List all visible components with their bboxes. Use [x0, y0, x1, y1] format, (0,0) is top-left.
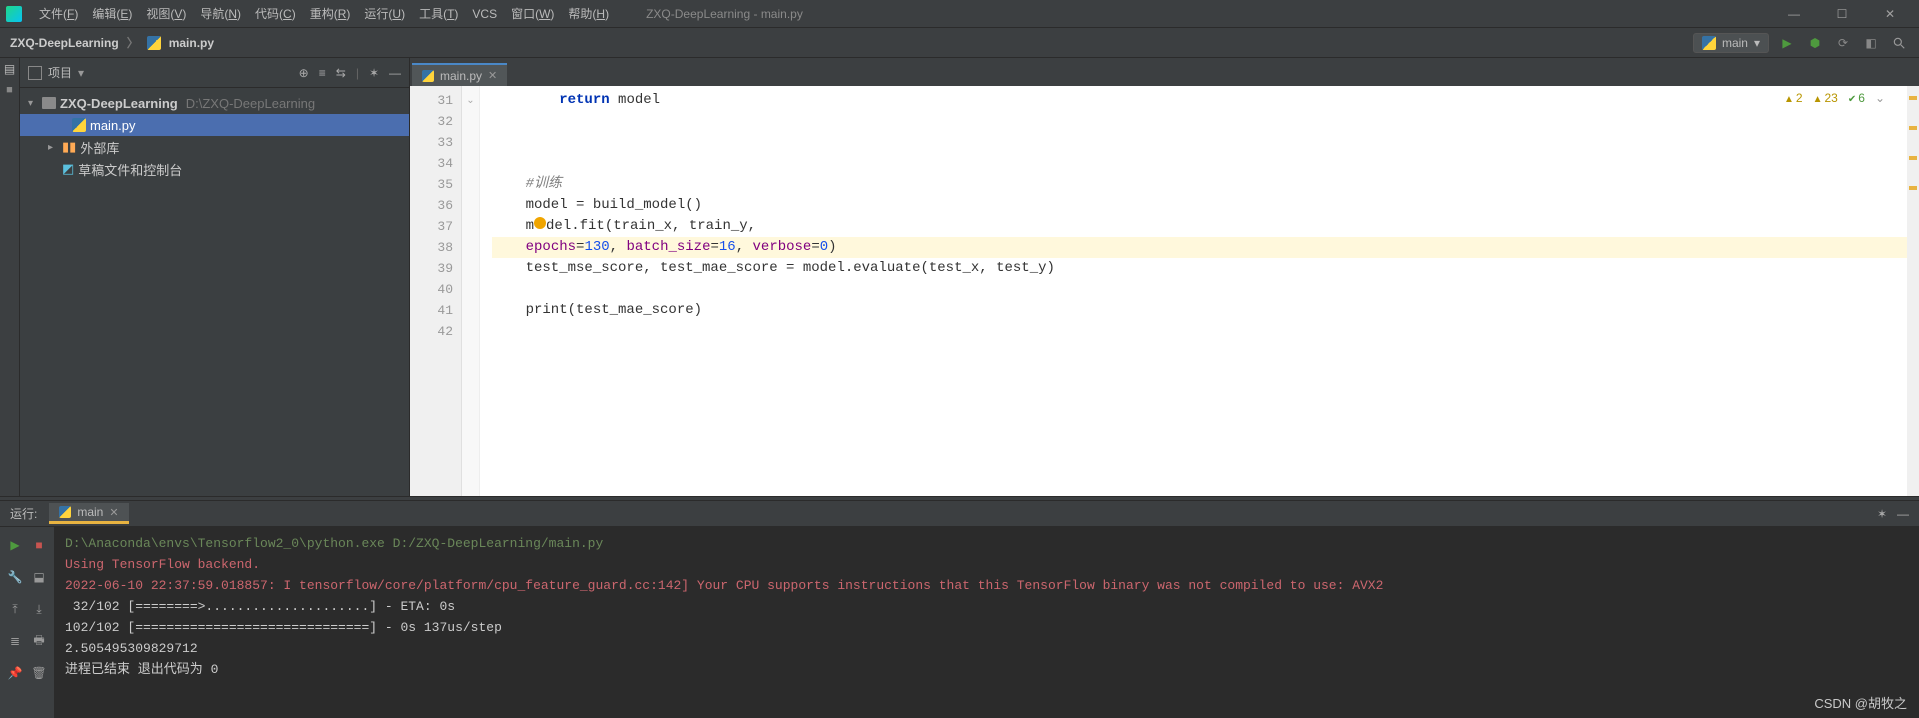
chevron-icon[interactable]: ⌄ [1875, 91, 1885, 105]
run-config-name: main [1722, 36, 1748, 50]
project-view-icon [28, 66, 42, 80]
search-icon [1892, 36, 1906, 50]
down-icon[interactable]: ⤓ [29, 599, 49, 619]
tree-scratches[interactable]: ◩ 草稿文件和控制台 [20, 158, 409, 180]
editor-tabs: main.py ✕ [410, 58, 1919, 86]
print-icon[interactable]: 🖶 [29, 631, 49, 651]
tree-file-main[interactable]: main.py [20, 114, 409, 136]
close-tab-icon[interactable]: ✕ [109, 506, 118, 519]
pin-icon[interactable]: 📌 [5, 663, 25, 683]
fold-gutter: ⌄ [462, 86, 480, 496]
console-toolbar: ▶ ■ 🔧 ⬓ ⤒ ⤓ ≣ 🖶 📌 🗑 [0, 527, 55, 718]
menu-item[interactable]: 运行(U) [357, 7, 412, 21]
window-title: ZXQ-DeepLearning - main.py [646, 7, 1779, 21]
menu-item[interactable]: 工具(T) [412, 7, 465, 21]
rerun-button[interactable]: ▶ [5, 535, 25, 555]
main-menu: 文件(F)编辑(E)视图(V)导航(N)代码(C)重构(R)运行(U)工具(T)… [32, 5, 616, 22]
tree-root[interactable]: ▾ ZXQ-DeepLearning D:\ZXQ-DeepLearning [20, 92, 409, 114]
structure-tab-icon[interactable]: ■ [6, 84, 13, 96]
trash-icon[interactable]: 🗑 [29, 663, 49, 683]
locate-icon[interactable]: ⊕ [299, 66, 309, 80]
profile-button[interactable]: ◧ [1861, 33, 1881, 53]
chevron-down-icon: ▾ [1754, 36, 1760, 50]
soft-wrap-icon[interactable]: ≣ [5, 631, 25, 651]
project-title[interactable]: 项目 [48, 64, 72, 81]
coverage-button[interactable]: ⟳ [1833, 33, 1853, 53]
menu-item[interactable]: 编辑(E) [85, 7, 139, 21]
python-file-icon [147, 36, 161, 50]
menu-item[interactable]: 视图(V) [139, 7, 193, 21]
project-tab-icon[interactable]: ▤ [4, 62, 15, 76]
breadcrumb-sep: 〉 [127, 34, 139, 51]
python-file-icon [1702, 36, 1716, 50]
code-content[interactable]: return model #训练 model = build_model() m… [480, 86, 1907, 496]
main-area: ▤ ■ 项目 ▾ ⊕ ≡ ⇆ | ✶ — ▾ ZXQ-DeepLearning [0, 58, 1919, 496]
menu-item[interactable]: 导航(N) [193, 7, 248, 21]
search-everywhere-button[interactable] [1889, 33, 1909, 53]
left-tool-strip: ▤ ■ [0, 58, 20, 496]
scratch-icon: ◩ [62, 161, 74, 177]
run-tool-window: 运行: main ✕ ✶ — ▶ ■ 🔧 ⬓ ⤒ ⤓ ≣ [0, 501, 1919, 718]
editor-area: main.py ✕ 313233343536373839404142 ⌄ ret… [410, 58, 1919, 496]
minimize-button[interactable]: — [1779, 7, 1809, 21]
app-icon [6, 6, 22, 22]
settings-icon[interactable]: ✶ [369, 66, 379, 80]
stop-button[interactable]: ■ [29, 535, 49, 555]
python-file-icon [59, 506, 71, 518]
title-bar: 文件(F)编辑(E)视图(V)导航(N)代码(C)重构(R)运行(U)工具(T)… [0, 0, 1919, 28]
hide-icon[interactable]: — [389, 66, 401, 80]
nav-bar: ZXQ-DeepLearning 〉 main.py main ▾ ▶ ⬢ ⟳ … [0, 28, 1919, 58]
folder-icon [42, 97, 56, 109]
library-icon: ▮▮ [62, 139, 76, 155]
project-tree[interactable]: ▾ ZXQ-DeepLearning D:\ZXQ-DeepLearning m… [20, 88, 409, 496]
close-tab-icon[interactable]: ✕ [488, 69, 497, 82]
hide-icon[interactable]: — [1897, 507, 1909, 521]
run-config-selector[interactable]: main ▾ [1693, 33, 1769, 53]
up-icon[interactable]: ⤒ [5, 599, 25, 619]
breadcrumb-project[interactable]: ZXQ-DeepLearning [10, 36, 119, 50]
console-output[interactable]: D:\Anaconda\envs\Tensorflow2_0\python.ex… [55, 527, 1919, 718]
breadcrumb-file[interactable]: main.py [169, 36, 214, 50]
close-button[interactable]: ✕ [1875, 7, 1905, 21]
menu-item[interactable]: 代码(C) [248, 7, 303, 21]
console-header: 运行: main ✕ ✶ — [0, 501, 1919, 527]
editor-body[interactable]: 313233343536373839404142 ⌄ return model … [410, 86, 1919, 496]
collapse-all-icon[interactable]: ⇆ [336, 66, 346, 80]
python-file-icon [422, 70, 434, 82]
expand-all-icon[interactable]: ≡ [319, 66, 326, 80]
inspection-widget[interactable]: 2 23 6 ⌄ [1780, 90, 1889, 106]
tree-external-libs[interactable]: ▸ ▮▮ 外部库 [20, 136, 409, 158]
layout-icon[interactable]: ⬓ [29, 567, 49, 587]
error-stripe[interactable] [1907, 86, 1919, 496]
chevron-down-icon[interactable]: ▾ [78, 66, 84, 80]
breadcrumb: ZXQ-DeepLearning 〉 main.py [10, 34, 214, 51]
debug-button[interactable]: ⬢ [1805, 33, 1825, 53]
line-number-gutter: 313233343536373839404142 [410, 86, 462, 496]
window-controls: — ☐ ✕ [1779, 7, 1913, 21]
warning-icon[interactable]: 2 [1784, 91, 1803, 105]
project-header: 项目 ▾ ⊕ ≡ ⇆ | ✶ — [20, 58, 409, 88]
project-tool-window: 项目 ▾ ⊕ ≡ ⇆ | ✶ — ▾ ZXQ-DeepLearning D:\Z… [20, 58, 410, 496]
python-file-icon [72, 118, 86, 132]
menu-item[interactable]: 窗口(W) [504, 7, 561, 21]
menu-item[interactable]: 文件(F) [32, 7, 85, 21]
menu-item[interactable]: 重构(R) [303, 7, 358, 21]
chevron-down-icon[interactable]: ▾ [28, 98, 38, 109]
maximize-button[interactable]: ☐ [1827, 7, 1857, 21]
wrench-icon[interactable]: 🔧 [5, 567, 25, 587]
run-button[interactable]: ▶ [1777, 33, 1797, 53]
menu-item[interactable]: 帮助(H) [561, 7, 616, 21]
settings-icon[interactable]: ✶ [1877, 507, 1887, 521]
console-tab[interactable]: main ✕ [49, 503, 128, 524]
ok-icon[interactable]: 6 [1848, 91, 1865, 105]
weak-warning-icon[interactable]: 23 [1813, 91, 1838, 105]
chevron-right-icon[interactable]: ▸ [48, 142, 58, 153]
console-label: 运行: [10, 505, 37, 522]
menu-item[interactable]: VCS [465, 7, 504, 21]
